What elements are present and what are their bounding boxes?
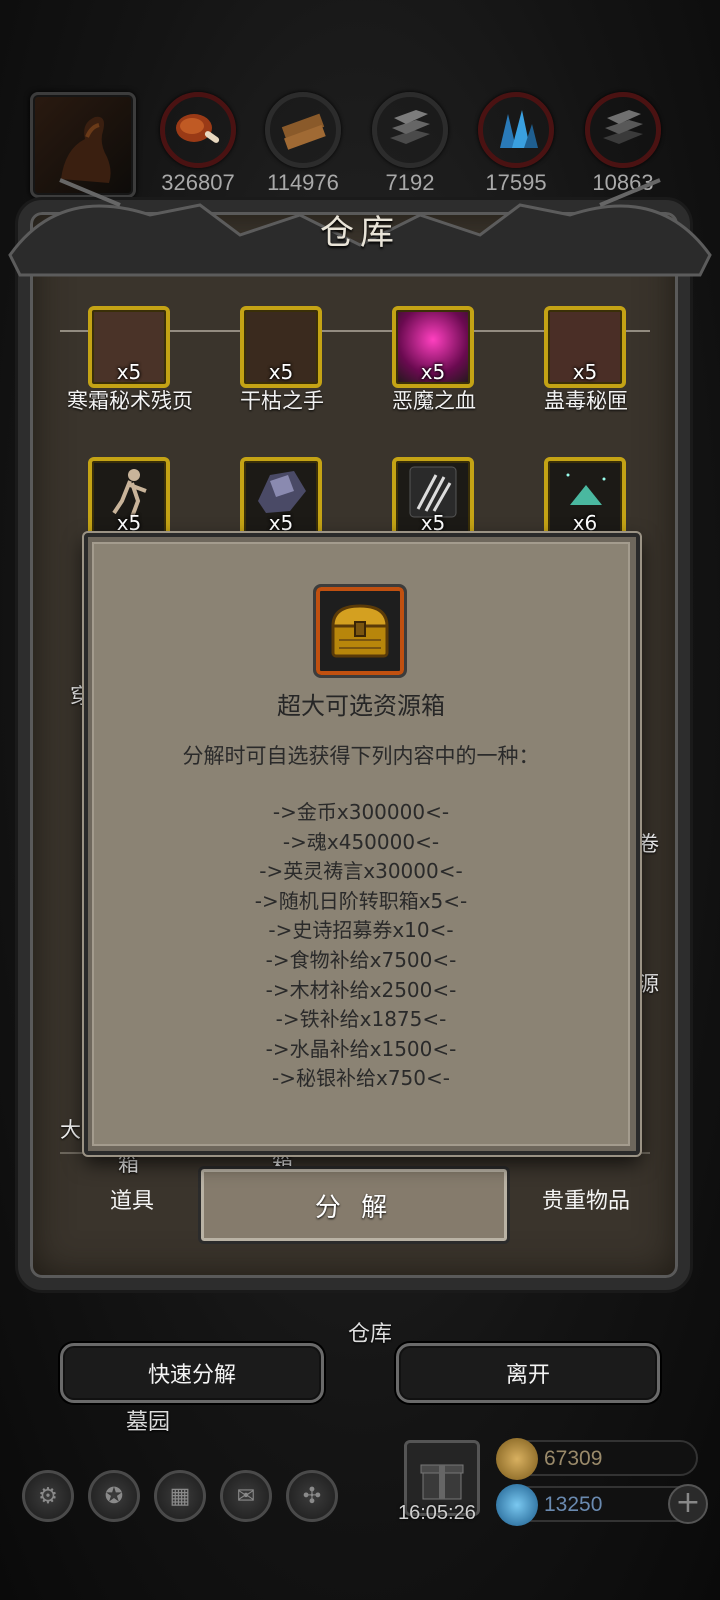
reward-option: ->金币x300000<- (272, 800, 450, 824)
location-cemetery-label: 墓园 (126, 1410, 171, 1435)
tab-items[interactable]: 道具 (110, 1183, 154, 1215)
item-frost-page[interactable]: x5 (88, 306, 170, 388)
quick-decompose-button[interactable]: 快速分解 (60, 1343, 324, 1403)
reward-option: ->秘银补给x750<- (272, 1066, 450, 1091)
partial-label: 卷 (638, 832, 659, 856)
location-warehouse-label: 仓库 (348, 1322, 393, 1347)
dialog-title: 超大可选资源箱 (277, 692, 445, 720)
reward-option: ->随机日阶转职箱x5<- (254, 888, 468, 913)
item-label: 寒霜秘术残页 (67, 389, 193, 413)
reward-option: ->英灵祷言x30000<- (259, 859, 463, 884)
gem-value: 13250 (544, 1493, 603, 1516)
tab-valuables[interactable]: 贵重物品 (542, 1183, 630, 1215)
item-label: 蛊毒秘匣 (544, 389, 628, 413)
settings-icon[interactable]: ⚙ (22, 1470, 74, 1522)
partial-label: 源 (638, 972, 659, 996)
gold-counter: 67309 (496, 1438, 698, 1480)
item-demon-blood[interactable]: x5 (392, 306, 474, 388)
gift-icon (420, 1464, 464, 1500)
leave-button[interactable]: 离开 (396, 1343, 660, 1403)
reward-option: ->木材补给x2500<- (265, 977, 457, 1002)
reward-options-list: ->金币x300000<- ->魂x450000<- ->英灵祷言x30000<… (92, 798, 630, 1094)
reward-option: ->史诗招募券x10<- (268, 918, 454, 943)
item-icon-frame (313, 584, 407, 678)
reward-option: ->铁补给x1875<- (275, 1007, 447, 1032)
mithril-icon (585, 92, 661, 168)
gift-timer: 16:05:26 (398, 1502, 476, 1524)
iron-icon (372, 92, 448, 168)
add-gems-button[interactable]: + (668, 1484, 708, 1524)
tab-decompose[interactable]: 分 解 (198, 1166, 510, 1244)
map-icon[interactable]: ▦ (154, 1470, 206, 1522)
partial-label: 大 (60, 1118, 81, 1142)
gold-coin-icon (496, 1438, 538, 1480)
dialog-description: 分解时可自选获得下列内容中的一种： (182, 744, 540, 768)
treasure-chest-icon (331, 604, 389, 658)
item-gem[interactable]: x6 (544, 457, 626, 539)
meat-icon (160, 92, 236, 168)
item-scroll[interactable]: x5 (392, 457, 474, 539)
reward-option: ->食物补给x7500<- (265, 947, 457, 972)
reward-option: ->水晶补给x1500<- (265, 1036, 457, 1061)
crystal-icon (478, 92, 554, 168)
warehouse-title: 仓库 (320, 213, 400, 253)
crafting-icon[interactable]: ✣ (286, 1470, 338, 1522)
item-label: 干枯之手 (240, 389, 324, 413)
blue-gem-icon (496, 1484, 538, 1526)
reward-option: ->魂x450000<- (282, 829, 440, 854)
item-label: 恶魔之血 (392, 389, 476, 413)
mail-icon[interactable]: ✉ (220, 1470, 272, 1522)
item-withered-hand[interactable]: x5 (240, 306, 322, 388)
gold-value: 67309 (544, 1447, 603, 1470)
item-doll[interactable]: x5 (88, 457, 170, 539)
emblem-icon[interactable]: ✪ (88, 1470, 140, 1522)
item-poison-box[interactable]: x5 (544, 306, 626, 388)
wood-icon (265, 92, 341, 168)
item-ore[interactable]: x5 (240, 457, 322, 539)
